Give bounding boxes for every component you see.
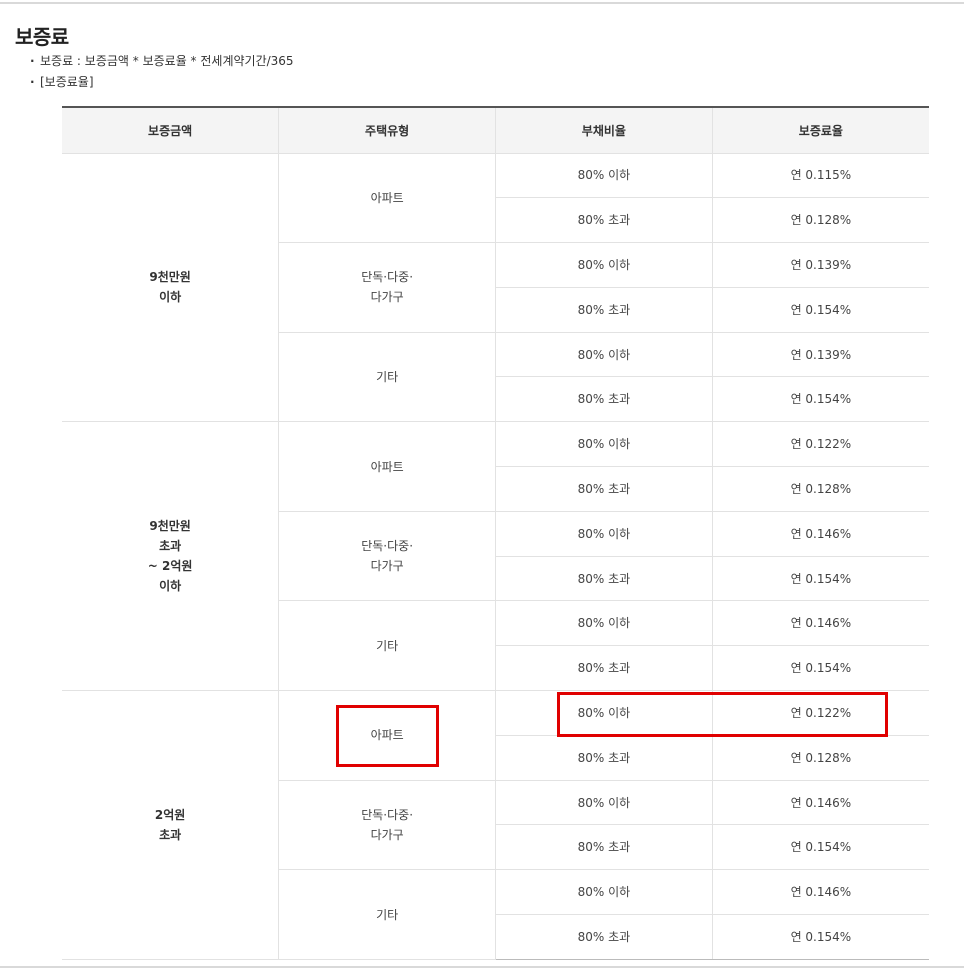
rate-table-caption: [보증료율] (30, 72, 294, 93)
rate-cell: 연 0.146% (711, 869, 929, 916)
housing-type-cell: 기타 (278, 332, 496, 423)
top-divider (0, 2, 964, 4)
formula-notes: 보증료 : 보증금액 * 보증료율 * 전세계약기간/365 [보증료율] (30, 51, 294, 93)
debt-ratio-cell: 80% 초과 (495, 914, 713, 960)
debt-ratio-cell: 80% 이하 (495, 332, 713, 378)
housing-type-cell: 단독·다중· 다가구 (278, 511, 496, 602)
header-amount: 보증금액 (62, 106, 279, 154)
debt-ratio-cell: 80% 초과 (495, 556, 713, 602)
debt-ratio-cell: 80% 이하 (495, 869, 713, 916)
table-header-row: 보증금액 주택유형 부채비율 보증료율 (62, 106, 929, 154)
debt-ratio-cell: 80% 초과 (495, 645, 713, 692)
amount-cell: 2억원 초과 (62, 690, 279, 960)
debt-ratio-cell: 80% 이하 (495, 421, 713, 468)
debt-ratio-cell: 80% 이하 (495, 511, 713, 557)
housing-type-cell: 기타 (278, 600, 496, 692)
debt-ratio-cell: 80% 초과 (495, 824, 713, 871)
rate-cell: 연 0.139% (711, 242, 929, 288)
rate-cell: 연 0.128% (711, 197, 929, 244)
rate-cell: 연 0.146% (711, 511, 929, 557)
rate-cell: 연 0.128% (711, 735, 929, 781)
housing-type-cell: 아파트 (278, 421, 496, 512)
page-title: 보증료 (15, 25, 69, 50)
rate-cell: 연 0.154% (711, 914, 929, 960)
table-row: 9천만원 초과 ~ 2억원 이하 아파트 80% 이하 연 0.122% (62, 421, 929, 692)
debt-ratio-cell: 80% 초과 (495, 287, 713, 333)
rate-cell: 연 0.139% (711, 332, 929, 378)
debt-ratio-cell: 80% 이하 (495, 242, 713, 288)
header-rate: 보증료율 (711, 106, 929, 154)
debt-ratio-cell: 80% 이하 (495, 600, 713, 647)
header-debt-ratio: 부채비율 (495, 106, 713, 154)
amount-cell: 9천만원 이하 (62, 153, 279, 423)
housing-type-cell: 아파트 (278, 153, 496, 244)
debt-ratio-cell: 80% 초과 (495, 735, 713, 781)
rate-cell: 연 0.146% (711, 780, 929, 826)
rate-cell: 연 0.122% (711, 421, 929, 468)
debt-ratio-cell: 80% 초과 (495, 197, 713, 244)
rate-cell: 연 0.154% (711, 556, 929, 602)
guarantee-rate-table: 보증금액 주택유형 부채비율 보증료율 9천만원 이하 아파트 80% 이하 연… (62, 106, 929, 960)
debt-ratio-cell: 80% 이하 (495, 780, 713, 826)
housing-type-cell: 단독·다중· 다가구 (278, 780, 496, 871)
rate-cell: 연 0.115% (711, 153, 929, 199)
rate-cell: 연 0.154% (711, 824, 929, 871)
amount-cell: 9천만원 초과 ~ 2억원 이하 (62, 421, 279, 692)
debt-ratio-cell: 80% 이하 (495, 153, 713, 199)
rate-cell: 연 0.128% (711, 466, 929, 512)
rate-cell: 연 0.154% (711, 376, 929, 423)
header-housing-type: 주택유형 (278, 106, 496, 154)
housing-type-cell: 기타 (278, 869, 496, 960)
debt-ratio-cell: 80% 초과 (495, 466, 713, 512)
formula-note: 보증료 : 보증금액 * 보증료율 * 전세계약기간/365 (30, 51, 294, 72)
table-row: 9천만원 이하 아파트 80% 이하 연 0.115% (62, 153, 929, 423)
highlight-box-rate-row (557, 692, 888, 737)
highlight-box-housing-type (336, 705, 439, 767)
rate-cell: 연 0.154% (711, 287, 929, 333)
housing-type-cell: 단독·다중· 다가구 (278, 242, 496, 333)
debt-ratio-cell: 80% 초과 (495, 376, 713, 423)
bottom-divider (0, 966, 964, 968)
rate-cell: 연 0.146% (711, 600, 929, 647)
rate-cell: 연 0.154% (711, 645, 929, 692)
